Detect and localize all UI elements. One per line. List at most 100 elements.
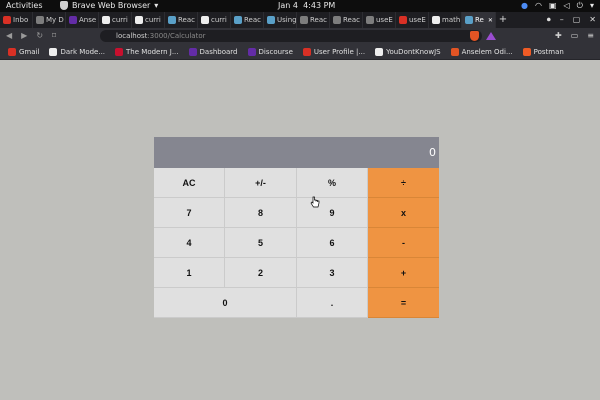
multiply-button[interactable]: x xyxy=(368,198,439,228)
tab-label: Re xyxy=(475,16,484,24)
page-icon xyxy=(36,16,44,24)
bookmark-item[interactable]: The Modern J... xyxy=(115,47,179,56)
tab-label: Reac xyxy=(244,16,261,24)
browser-tab[interactable]: curri xyxy=(132,12,165,28)
system-tray[interactable]: ● ◠ ▣ ◁ ⏻ ▾ xyxy=(521,1,594,11)
page-icon xyxy=(300,16,308,24)
app-menu[interactable]: Brave Web Browser ▾ xyxy=(60,1,158,10)
menu-icon[interactable]: ≡ xyxy=(587,31,594,40)
user-profile-icon xyxy=(302,47,311,56)
record-icon[interactable]: ⏺ xyxy=(547,15,551,25)
digit-3-button[interactable]: 3 xyxy=(297,258,368,288)
chevron-down-icon: ▾ xyxy=(154,1,159,10)
activities-button[interactable]: Activities xyxy=(6,1,43,10)
nav-buttons: ◀ ▶ ↻ ⌑ xyxy=(6,31,56,40)
tab-label: Inbo xyxy=(13,16,29,24)
browser-tab[interactable]: Inbo xyxy=(0,12,33,28)
browser-tab[interactable]: Re ✕ xyxy=(462,12,496,28)
equals-button[interactable]: = xyxy=(368,288,439,318)
ac-button[interactable]: AC xyxy=(154,168,225,198)
browser-tab[interactable]: Using xyxy=(264,12,297,28)
bookmark-item[interactable]: YouDontKnowJS xyxy=(375,47,441,56)
browser-tab[interactable]: Reac xyxy=(231,12,264,28)
clock[interactable]: Jan 4 4:43 PM xyxy=(278,1,335,10)
digit-2-button[interactable]: 2 xyxy=(225,258,297,288)
browser-tab[interactable]: Reac xyxy=(330,12,363,28)
add-button[interactable]: + xyxy=(368,258,439,288)
chevron-down-icon: ▾ xyxy=(589,1,594,10)
bookmark-label: User Profile |... xyxy=(313,47,366,56)
react-icon xyxy=(267,16,275,24)
browser-tab[interactable]: curri xyxy=(198,12,231,28)
divide-button[interactable]: ÷ xyxy=(368,168,439,198)
bookmark-label: Gmail xyxy=(19,47,40,56)
bookmark-label: Dark Mode... xyxy=(60,47,106,56)
tab-label: curri xyxy=(211,16,227,24)
w3-icon xyxy=(399,16,407,24)
close-icon[interactable]: ✕ xyxy=(589,15,596,25)
digit-9-button[interactable]: 9 xyxy=(297,198,368,228)
digit-0-button[interactable]: 0 xyxy=(154,288,297,318)
brave-rewards-icon[interactable] xyxy=(486,32,496,40)
bookmark-item[interactable]: Dark Mode... xyxy=(49,47,106,56)
network-icon: ▣ xyxy=(548,1,557,10)
bookmark-item[interactable]: User Profile |... xyxy=(302,47,366,56)
digit-8-button[interactable]: 8 xyxy=(225,198,297,228)
close-tab-icon[interactable]: ✕ xyxy=(488,17,493,24)
bookmark-item[interactable]: Dashboard xyxy=(188,47,238,56)
browser-tab[interactable]: Reac xyxy=(297,12,330,28)
url-bar[interactable]: localhost:3000/Calculator xyxy=(100,30,482,42)
new-tab-button[interactable]: + xyxy=(496,12,510,28)
date-label: Jan 4 xyxy=(278,1,298,10)
time-label: 4:43 PM xyxy=(303,1,336,10)
percent-button[interactable]: % xyxy=(297,168,368,198)
gmail-icon xyxy=(8,47,16,56)
browser-tab[interactable]: useE xyxy=(396,12,429,28)
bookmark-item[interactable]: Gmail xyxy=(8,47,40,56)
back-icon[interactable]: ◀ xyxy=(6,31,12,40)
maximize-icon[interactable]: ▢ xyxy=(573,15,581,25)
bookmark-label: The Modern J... xyxy=(126,47,179,56)
browser-tab[interactable]: Anse xyxy=(66,12,99,28)
tab-label: useE xyxy=(409,16,426,24)
browser-tab[interactable]: curri xyxy=(99,12,132,28)
browser-tab[interactable]: useE xyxy=(363,12,396,28)
bookmark-label: YouDontKnowJS xyxy=(386,47,441,56)
anselem-icon xyxy=(450,47,459,56)
calculator-display: 0 xyxy=(154,137,439,168)
bookmark-item[interactable]: Anselem Odi... xyxy=(450,47,513,56)
minimize-icon[interactable]: – xyxy=(560,15,564,25)
tab-label: My D xyxy=(46,16,64,24)
brave-shields-icon[interactable] xyxy=(470,31,479,41)
digit-7-button[interactable]: 7 xyxy=(154,198,225,228)
github-icon xyxy=(375,47,384,56)
toolbar-right: ✚ ▭ ≡ xyxy=(555,31,594,40)
tab-label: Reac xyxy=(178,16,195,24)
bookmark-icon[interactable]: ⌑ xyxy=(52,31,56,40)
decimal-button[interactable]: . xyxy=(297,288,368,318)
system-top-bar: Activities Brave Web Browser ▾ Jan 4 4:4… xyxy=(0,0,600,12)
bookmark-item[interactable]: Postman xyxy=(522,47,564,56)
reload-icon[interactable]: ↻ xyxy=(36,31,43,40)
bookmark-item[interactable]: Discourse xyxy=(247,47,293,56)
sign-toggle-button[interactable]: +/- xyxy=(225,168,297,198)
discourse-icon xyxy=(247,47,256,56)
power-icon: ⏻ xyxy=(576,1,583,10)
volume-icon: ◁ xyxy=(563,1,570,10)
postman-icon xyxy=(522,47,531,56)
forward-icon[interactable]: ▶ xyxy=(21,31,27,40)
app-name: Brave Web Browser xyxy=(72,1,151,10)
extensions-icon[interactable]: ✚ xyxy=(555,31,562,40)
sidebar-icon[interactable]: ▭ xyxy=(571,31,579,40)
browser-tab[interactable]: Reac xyxy=(165,12,198,28)
tab-label: Using xyxy=(277,16,297,24)
browser-tab[interactable]: My D xyxy=(33,12,66,28)
bookmark-label: Postman xyxy=(533,47,564,56)
bookmark-label: Anselem Odi... xyxy=(461,47,513,56)
digit-4-button[interactable]: 4 xyxy=(154,228,225,258)
digit-1-button[interactable]: 1 xyxy=(154,258,225,288)
browser-tab[interactable]: math xyxy=(429,12,462,28)
subtract-button[interactable]: - xyxy=(368,228,439,258)
digit-6-button[interactable]: 6 xyxy=(297,228,368,258)
digit-5-button[interactable]: 5 xyxy=(225,228,297,258)
